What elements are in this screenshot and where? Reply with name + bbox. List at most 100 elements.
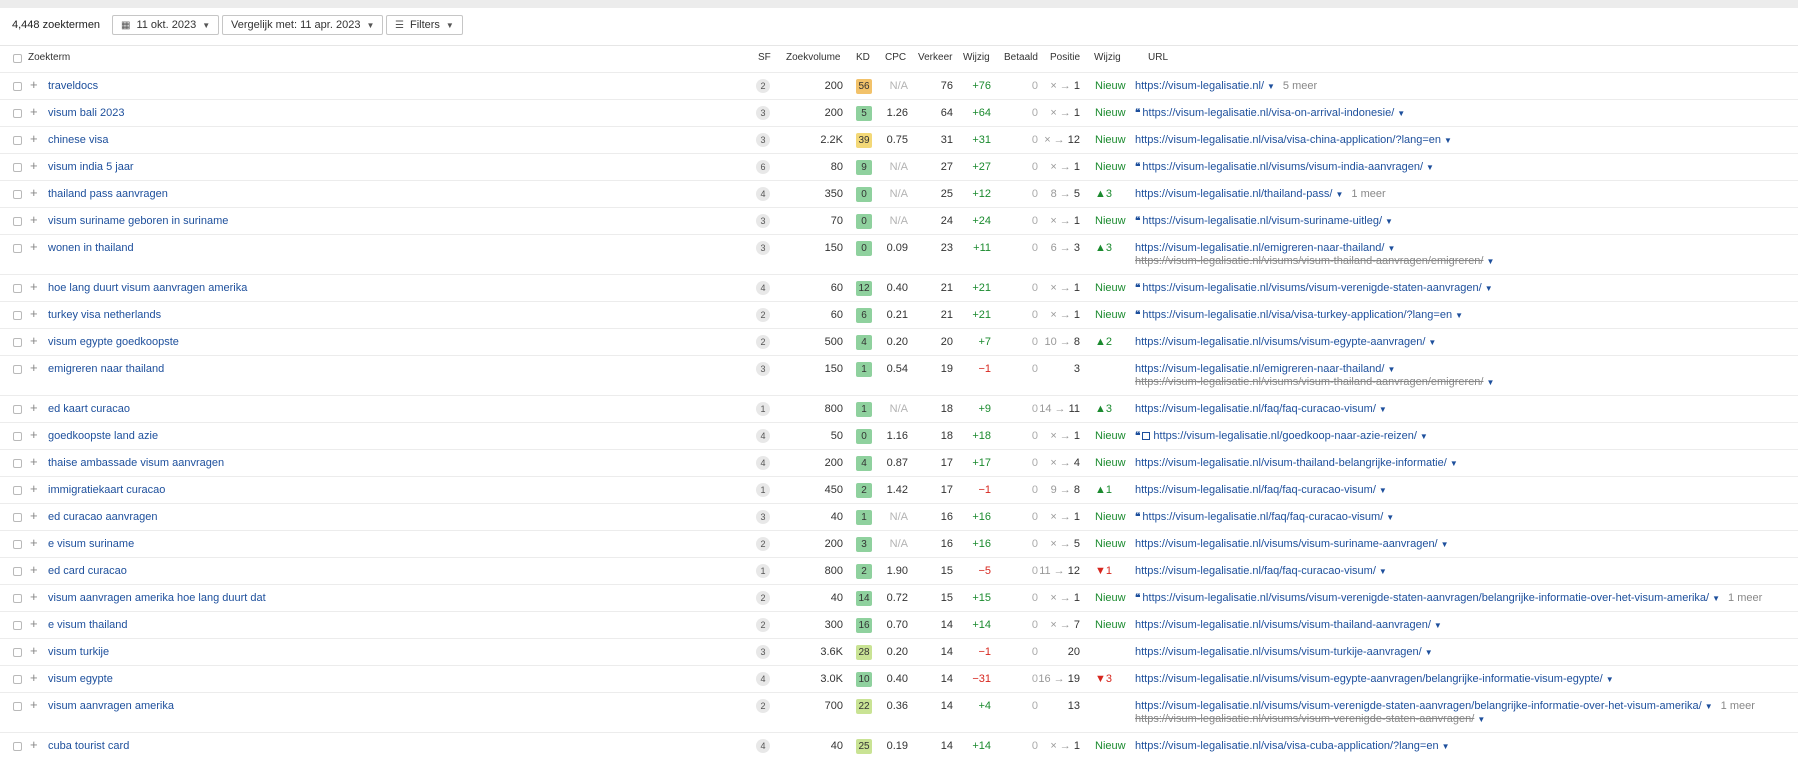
serp-features-count[interactable]: 1 [756, 402, 770, 416]
row-checkbox[interactable] [13, 136, 22, 145]
ranking-url-link[interactable]: https://visum-legalisatie.nl/faq/faq-cur… [1135, 565, 1376, 577]
serp-features-count[interactable]: 4 [756, 739, 770, 753]
add-keyword-icon[interactable]: + [30, 400, 38, 415]
ranking-url-link[interactable]: https://visum-legalisatie.nl/visums/visu… [1135, 538, 1438, 550]
ranking-url-link[interactable]: https://visum-legalisatie.nl/visums/visu… [1135, 673, 1603, 685]
serp-features-count[interactable]: 1 [756, 564, 770, 578]
row-checkbox[interactable] [13, 648, 22, 657]
chevron-down-icon[interactable]: ▼ [1444, 136, 1452, 145]
row-checkbox[interactable] [13, 405, 22, 414]
row-checkbox[interactable] [13, 163, 22, 172]
chevron-down-icon[interactable]: ▼ [1397, 109, 1405, 118]
serp-features-count[interactable]: 3 [756, 645, 770, 659]
serp-features-count[interactable]: 3 [756, 106, 770, 120]
keyword-link[interactable]: thaise ambassade visum aanvragen [48, 457, 224, 469]
row-checkbox[interactable] [13, 702, 22, 711]
keyword-link[interactable]: visum aanvragen amerika hoe lang duurt d… [48, 592, 266, 604]
serp-features-count[interactable]: 2 [756, 308, 770, 322]
ranking-url-link[interactable]: https://visum-legalisatie.nl/visa/visa-c… [1135, 134, 1441, 146]
more-urls-link[interactable]: 5 meer [1283, 80, 1317, 92]
serp-features-count[interactable]: 4 [756, 281, 770, 295]
keyword-link[interactable]: ed curacao aanvragen [48, 511, 157, 523]
keyword-link[interactable]: visum egypte goedkoopste [48, 336, 179, 348]
row-checkbox[interactable] [13, 109, 22, 118]
add-keyword-icon[interactable]: + [30, 454, 38, 469]
chevron-down-icon[interactable]: ▼ [1434, 621, 1442, 630]
keyword-link[interactable]: thailand pass aanvragen [48, 188, 168, 200]
chevron-down-icon[interactable]: ▼ [1477, 715, 1485, 724]
serp-features-count[interactable]: 2 [756, 591, 770, 605]
add-keyword-icon[interactable]: + [30, 643, 38, 658]
keyword-link[interactable]: visum suriname geboren in suriname [48, 215, 228, 227]
chevron-down-icon[interactable]: ▼ [1335, 190, 1343, 199]
add-keyword-icon[interactable]: + [30, 737, 38, 752]
row-checkbox[interactable] [13, 459, 22, 468]
ranking-url-link[interactable]: https://visum-legalisatie.nl/visa/visa-t… [1142, 309, 1452, 321]
serp-features-count[interactable]: 3 [756, 133, 770, 147]
chevron-down-icon[interactable]: ▼ [1387, 365, 1395, 374]
ranking-url-link[interactable]: https://visum-legalisatie.nl/visum-thail… [1135, 457, 1447, 469]
ranking-url-link[interactable]: https://visum-legalisatie.nl/visum-surin… [1142, 215, 1382, 227]
row-checkbox[interactable] [13, 190, 22, 199]
serp-features-count[interactable]: 4 [756, 429, 770, 443]
add-keyword-icon[interactable]: + [30, 481, 38, 496]
keyword-link[interactable]: e visum suriname [48, 538, 134, 550]
col-volume[interactable]: Zoekvolume [786, 52, 840, 63]
serp-features-count[interactable]: 3 [756, 510, 770, 524]
serp-features-count[interactable]: 2 [756, 79, 770, 93]
row-checkbox[interactable] [13, 338, 22, 347]
add-keyword-icon[interactable]: + [30, 427, 38, 442]
chevron-down-icon[interactable]: ▼ [1485, 284, 1493, 293]
chevron-down-icon[interactable]: ▼ [1379, 486, 1387, 495]
col-traffic[interactable]: Verkeer [918, 52, 952, 63]
select-all-checkbox[interactable] [13, 54, 22, 63]
chevron-down-icon[interactable]: ▼ [1441, 540, 1449, 549]
row-checkbox[interactable] [13, 311, 22, 320]
serp-features-count[interactable]: 2 [756, 335, 770, 349]
col-change[interactable]: Wijzig [963, 52, 990, 63]
col-kd[interactable]: KD [856, 52, 870, 63]
keyword-link[interactable]: e visum thailand [48, 619, 128, 631]
previous-url[interactable]: https://visum-legalisatie.nl/visums/visu… [1135, 376, 1483, 388]
chevron-down-icon[interactable]: ▼ [1386, 513, 1394, 522]
col-position-change[interactable]: Wijzig [1094, 52, 1121, 63]
chevron-down-icon[interactable]: ▼ [1379, 567, 1387, 576]
keyword-link[interactable]: ed kaart curacao [48, 403, 130, 415]
row-checkbox[interactable] [13, 284, 22, 293]
ranking-url-link[interactable]: https://visum-legalisatie.nl/emigreren-n… [1135, 363, 1384, 375]
row-checkbox[interactable] [13, 675, 22, 684]
previous-url[interactable]: https://visum-legalisatie.nl/visums/visu… [1135, 255, 1483, 267]
row-checkbox[interactable] [13, 244, 22, 253]
add-keyword-icon[interactable]: + [30, 239, 38, 254]
add-keyword-icon[interactable]: + [30, 360, 38, 375]
keyword-link[interactable]: ed card curacao [48, 565, 127, 577]
keyword-link[interactable]: emigreren naar thailand [48, 363, 164, 375]
col-paid[interactable]: Betaald [1004, 52, 1038, 63]
ranking-url-link[interactable]: https://visum-legalisatie.nl/visums/visu… [1135, 646, 1422, 658]
ranking-url-link[interactable]: https://visum-legalisatie.nl/visums/visu… [1135, 336, 1425, 348]
row-checkbox[interactable] [13, 567, 22, 576]
serp-features-count[interactable]: 3 [756, 241, 770, 255]
add-keyword-icon[interactable]: + [30, 535, 38, 550]
keyword-link[interactable]: visum bali 2023 [48, 107, 124, 119]
col-sf[interactable]: SF [758, 52, 771, 63]
more-urls-link[interactable]: 1 meer [1721, 700, 1755, 712]
add-keyword-icon[interactable]: + [30, 333, 38, 348]
keyword-link[interactable]: visum turkije [48, 646, 109, 658]
ranking-url-link[interactable]: https://visum-legalisatie.nl/visa-on-arr… [1142, 107, 1394, 119]
row-checkbox[interactable] [13, 217, 22, 226]
ranking-url-link[interactable]: https://visum-legalisatie.nl/visums/visu… [1142, 592, 1709, 604]
ranking-url-link[interactable]: https://visum-legalisatie.nl/goedkoop-na… [1153, 430, 1417, 442]
ranking-url-link[interactable]: https://visum-legalisatie.nl/visums/visu… [1135, 619, 1431, 631]
compare-date-button[interactable]: Vergelijk met: 11 apr. 2023 ▼ [222, 15, 384, 35]
keyword-link[interactable]: cuba tourist card [48, 740, 129, 752]
ranking-url-link[interactable]: https://visum-legalisatie.nl/faq/faq-cur… [1135, 403, 1376, 415]
chevron-down-icon[interactable]: ▼ [1442, 742, 1450, 751]
keyword-link[interactable]: visum aanvragen amerika [48, 700, 174, 712]
ranking-url-link[interactable]: https://visum-legalisatie.nl/thailand-pa… [1135, 188, 1332, 200]
row-checkbox[interactable] [13, 621, 22, 630]
add-keyword-icon[interactable]: + [30, 697, 38, 712]
ranking-url-link[interactable]: https://visum-legalisatie.nl/faq/faq-cur… [1142, 511, 1383, 523]
keyword-link[interactable]: goedkoopste land azie [48, 430, 158, 442]
serp-features-count[interactable]: 3 [756, 214, 770, 228]
